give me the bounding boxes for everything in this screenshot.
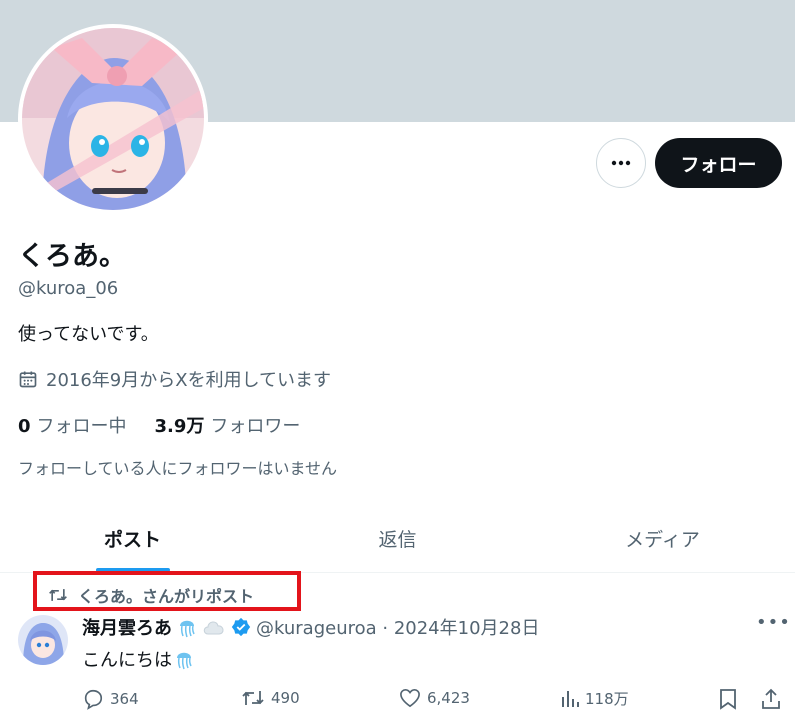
mutual-followers-text: フォローしている人にフォロワーはいません [18,459,338,478]
tab-posts-label: ポスト [103,529,161,551]
repost-icon [49,589,67,601]
tab-replies[interactable]: 返信 [265,505,530,572]
like-count: 6,423 [427,689,470,707]
follow-button[interactable]: フォロー [655,138,782,188]
analytics-icon [562,690,579,707]
cloud-icon [203,621,224,635]
post-header: 海月雲ろあ @kurageuroa · 2024年10月28日 [82,614,539,640]
joined-text: 2016年9月からXを利用しています [46,370,332,391]
bookmark-button[interactable] [719,688,737,710]
post-actions: 364 490 6,423 118万 [0,688,795,716]
tab-posts[interactable]: ポスト [0,505,265,572]
profile-bio: 使ってないです。 [18,324,159,345]
post-body: こんにちは [82,646,194,672]
followers-count: 3.9万 [154,416,205,437]
joined-date: 2016年9月からXを利用しています [18,366,331,392]
like-button[interactable]: 6,423 [399,688,470,708]
tab-replies-label: 返信 [378,529,417,551]
reply-icon [84,689,103,710]
share-button[interactable] [761,688,781,710]
more-icon [611,160,631,166]
post-more-icon[interactable]: ••• [756,612,791,633]
views-button[interactable]: 118万 [561,688,629,709]
jellyfish-icon [180,620,195,638]
followers-label: フォロワー [210,416,301,437]
profile-stats: 0 フォロー中 3.9万 フォロワー [18,412,300,438]
reply-count: 364 [110,690,139,708]
tab-media-label: メディア [625,529,700,551]
following-label: フォロー中 [36,416,127,437]
repost-icon [242,691,264,705]
heart-icon [400,688,420,708]
following-count: 0 [18,416,31,437]
profile-handle: @kuroa_06 [18,278,119,299]
more-options-button[interactable] [596,138,646,188]
tab-media[interactable]: メディア [530,505,795,572]
bookmark-icon [720,689,736,710]
profile-display-name: くろあ。 [18,241,126,272]
jellyfish-icon [177,652,192,670]
post-text: こんにちは [82,650,172,671]
verified-badge-icon [231,617,251,637]
reply-button[interactable]: 364 [82,688,139,710]
repost-text[interactable]: くろあ。さんがリポスト [78,583,254,607]
post-handle-date[interactable]: @kurageuroa · 2024年10月28日 [256,614,539,640]
calendar-icon [19,371,37,388]
profile-avatar[interactable] [22,28,204,210]
followers-link[interactable]: 3.9万 フォロワー [155,412,301,438]
share-icon [762,688,780,709]
view-count: 118万 [585,690,629,708]
post-author-avatar[interactable] [18,615,68,665]
profile-tabs: ポスト 返信 メディア [0,505,795,573]
following-link[interactable]: 0 フォロー中 [18,412,127,438]
repost-indicator: くろあ。さんがリポスト [48,583,254,607]
repost-button[interactable]: 490 [241,688,300,708]
post-author-name[interactable]: 海月雲ろあ [82,614,172,640]
repost-count: 490 [271,689,300,707]
